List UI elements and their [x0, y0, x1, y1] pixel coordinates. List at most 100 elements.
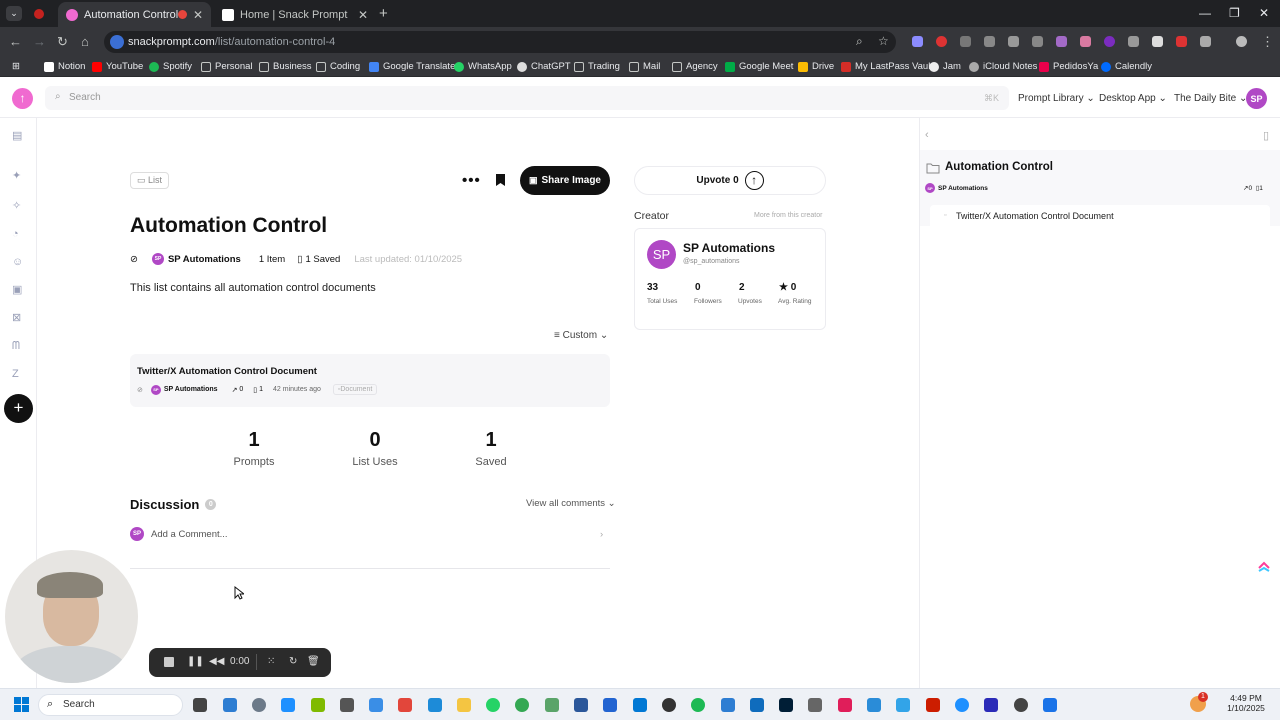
tab-home[interactable]: Home | Snack Prompt ✕ — [214, 2, 376, 27]
bookmark-calendly[interactable]: Calendly — [1101, 61, 1152, 72]
extension-icon[interactable] — [1176, 36, 1187, 47]
nav-desktop-app[interactable]: Desktop App ⌄ — [1099, 93, 1167, 104]
trash-icon[interactable]: 🗑 — [307, 656, 320, 667]
author-avatar[interactable]: SP — [151, 253, 164, 265]
bitwarden-icon[interactable] — [984, 698, 998, 712]
outlook-icon[interactable] — [750, 698, 764, 712]
chart-pie-icon[interactable]: ◔ — [12, 228, 19, 240]
app-icon[interactable] — [281, 698, 295, 712]
search-bar[interactable]: ⌕ Search ⌘K — [45, 86, 1009, 110]
apps-grid-icon[interactable]: ⊞ — [12, 61, 20, 72]
notifications-avatar-icon[interactable]: 1 — [1190, 692, 1208, 712]
new-tab-icon[interactable]: + — [379, 5, 388, 22]
extension-icon[interactable] — [912, 36, 923, 47]
bookmark-youtube[interactable]: YouTube — [92, 61, 143, 72]
extension-icon[interactable] — [936, 36, 947, 47]
bookmark-jam[interactable]: Jam — [929, 61, 961, 72]
restore-icon[interactable]: ❐ — [1229, 6, 1240, 20]
app-icon[interactable] — [603, 698, 617, 712]
bookmark-mail[interactable]: Mail — [629, 61, 660, 72]
app-icon[interactable] — [955, 698, 969, 712]
zoom-search-icon[interactable]: ⌕ — [856, 34, 863, 49]
webcam-bubble[interactable] — [5, 550, 138, 683]
author-name[interactable]: SP Automations — [168, 254, 241, 265]
chrome-icon[interactable] — [515, 698, 529, 712]
slack-icon[interactable] — [838, 698, 852, 712]
pause-icon[interactable]: ❚❚ — [187, 656, 204, 667]
bookmark-personal[interactable]: Personal — [201, 61, 253, 72]
send-icon[interactable]: › — [600, 529, 603, 540]
restart-icon[interactable]: ↻ — [289, 656, 297, 667]
clickup-icon[interactable] — [1257, 559, 1271, 573]
comment-input[interactable]: Add a Comment... › — [151, 529, 610, 543]
collapse-left-icon[interactable]: ‹ — [925, 129, 929, 141]
extension-icon[interactable] — [1008, 36, 1019, 47]
upvote-button[interactable]: Upvote 0 ↑ — [634, 166, 826, 195]
home-icon[interactable]: ⌂ — [81, 35, 89, 49]
bookmark-notion[interactable]: Notion — [44, 61, 85, 72]
list-item-card[interactable]: Twitter/X Automation Control Document ⊘ … — [130, 354, 610, 407]
bookmark-lastpass[interactable]: My LastPass Vault — [841, 61, 933, 72]
copilot-icon[interactable] — [398, 698, 412, 712]
whatsapp-icon[interactable] — [486, 698, 500, 712]
bookmark-business[interactable]: Business — [259, 61, 312, 72]
bookmark-pedidosya[interactable]: PedidosYa — [1039, 61, 1098, 72]
extension-icon[interactable] — [1128, 36, 1139, 47]
reload-icon[interactable]: ↻ — [57, 35, 68, 49]
bookmark-spotify[interactable]: Spotify — [149, 61, 192, 72]
bookmark-star-icon[interactable]: ☆ — [878, 34, 889, 48]
extension-icon[interactable] — [1152, 36, 1163, 47]
list-tag[interactable]: ▭ List — [130, 172, 170, 189]
app-icon[interactable] — [545, 698, 559, 712]
image-icon[interactable]: ▣ — [12, 284, 22, 296]
hidden-eye-icon[interactable]: ⊘ — [130, 254, 138, 265]
tab-automation-control[interactable]: Automation Control | Snack Prompt ✕ — [58, 2, 211, 27]
nav-prompt-library[interactable]: Prompt Library ⌄ — [1018, 93, 1095, 104]
bookmark-drive[interactable]: Drive — [798, 61, 834, 72]
rewind-icon[interactable]: ◀◀ — [209, 656, 224, 667]
github-icon[interactable] — [662, 698, 676, 712]
calculator-icon[interactable] — [369, 698, 383, 712]
panel-toggle-icon[interactable]: ▯ — [1263, 129, 1269, 142]
settings-icon[interactable] — [252, 698, 266, 712]
user-avatar[interactable]: SP — [1246, 88, 1267, 109]
extension-icon[interactable] — [960, 36, 971, 47]
app-icon[interactable] — [311, 698, 325, 712]
illustrator-icon[interactable] — [926, 698, 940, 712]
extension-icon[interactable] — [1056, 36, 1067, 47]
more-options-icon[interactable]: ••• — [462, 172, 481, 189]
extension-icon[interactable] — [1032, 36, 1043, 47]
app-icon[interactable] — [340, 698, 354, 712]
app-icon[interactable] — [721, 698, 735, 712]
forward-icon[interactable]: → — [33, 35, 46, 49]
bookmark-icon[interactable] — [495, 173, 506, 187]
close-tab-icon[interactable]: ✕ — [193, 8, 203, 22]
bookmark-google-meet[interactable]: Google Meet — [725, 61, 793, 72]
grid-icon[interactable]: ⁙ — [267, 656, 275, 667]
app-icon[interactable] — [1043, 698, 1057, 712]
add-button[interactable]: + — [4, 394, 33, 423]
bookmark-whatsapp[interactable]: WhatsApp — [454, 61, 512, 72]
vscode-icon[interactable] — [633, 698, 647, 712]
nav-daily-bite[interactable]: The Daily Bite ⌄ — [1174, 93, 1247, 104]
bot-icon[interactable]: ☺ — [12, 256, 23, 268]
sort-dropdown[interactable]: ≡ Custom ⌄ — [554, 330, 608, 341]
task-view-icon[interactable] — [193, 698, 207, 712]
app-icon[interactable] — [896, 698, 910, 712]
bookmark-trading[interactable]: Trading — [574, 61, 620, 72]
widgets-icon[interactable] — [223, 698, 237, 712]
edge-icon[interactable] — [428, 698, 442, 712]
app-icon[interactable] — [867, 698, 881, 712]
app-icon[interactable] — [808, 698, 822, 712]
extension-icon[interactable] — [1104, 36, 1115, 47]
sidebar-toggle-icon[interactable]: ▤ — [12, 130, 22, 142]
profile-icon[interactable] — [1236, 36, 1247, 47]
spotify-icon[interactable] — [691, 698, 705, 712]
sparkle-icon[interactable]: ✦ — [12, 170, 21, 182]
share-image-button[interactable]: ▣ Share Image — [520, 166, 610, 195]
lightroom-icon[interactable] — [779, 698, 793, 712]
close-tab-icon[interactable]: ✕ — [358, 8, 368, 22]
windows-start-icon[interactable] — [14, 697, 29, 712]
chatgpt-icon[interactable] — [1014, 698, 1028, 712]
extension-icon[interactable] — [984, 36, 995, 47]
